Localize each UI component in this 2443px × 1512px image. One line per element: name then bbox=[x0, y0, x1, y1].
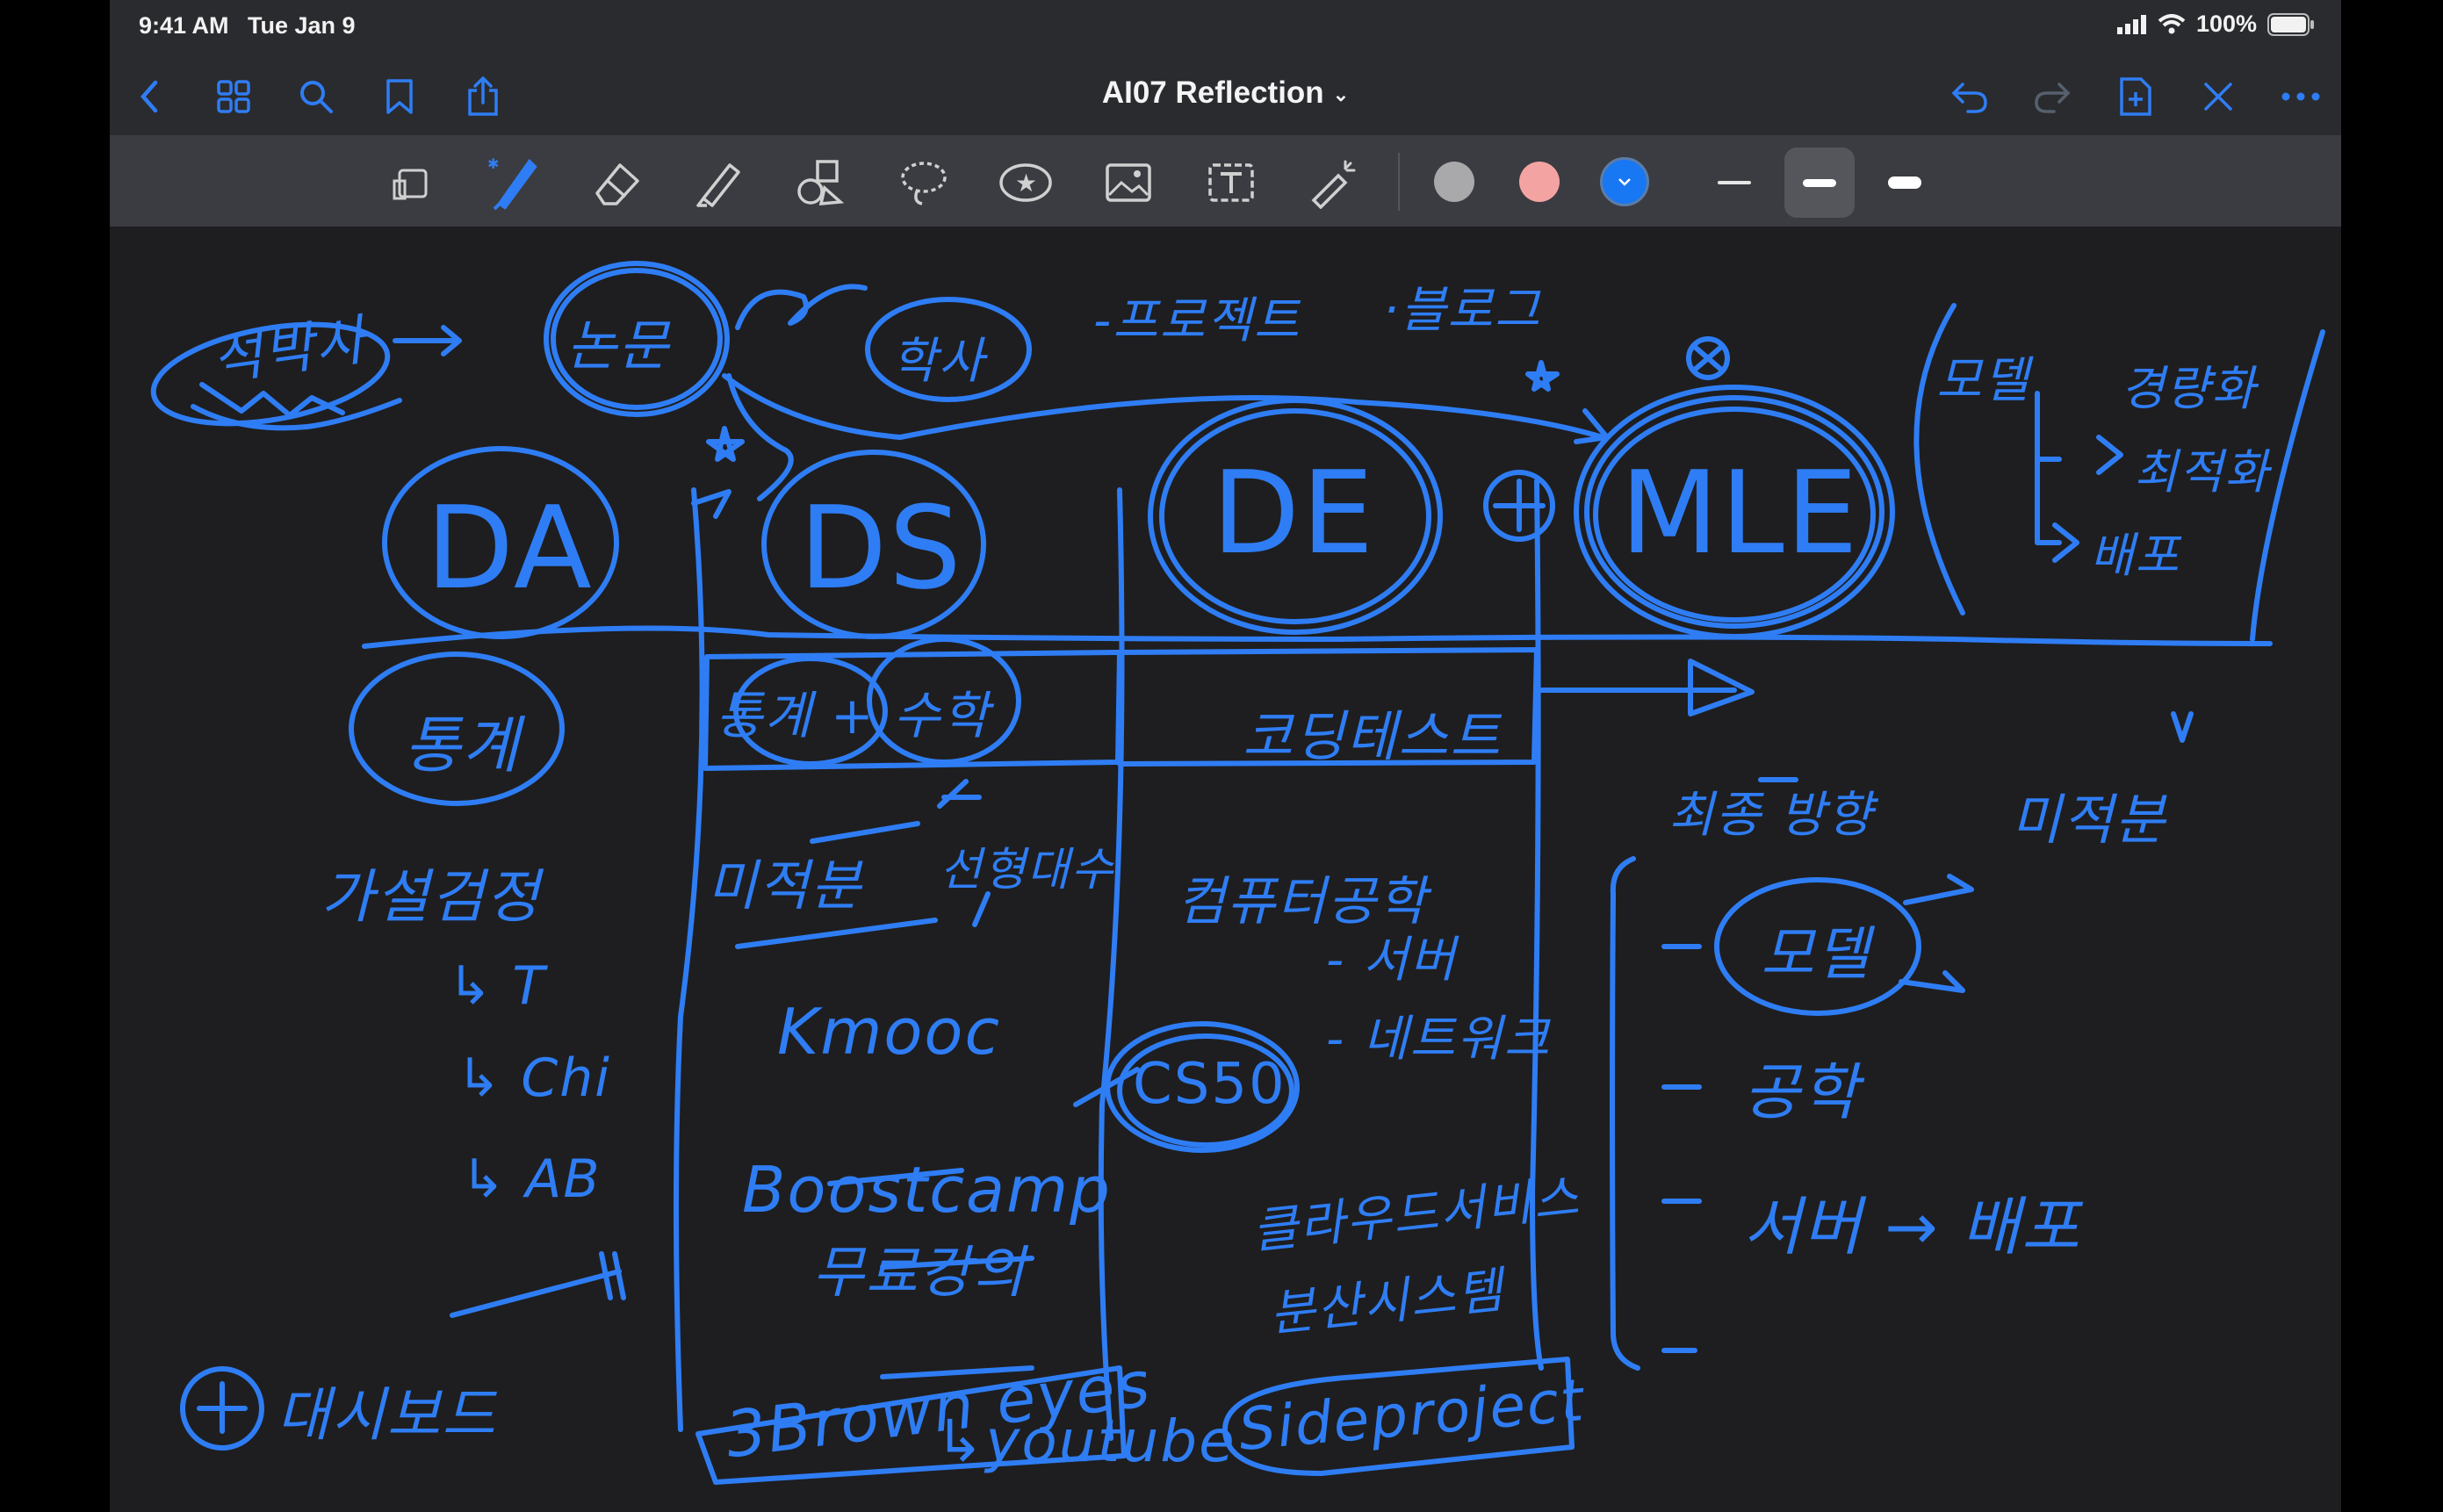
ds-free-lecture: 무료강의 bbox=[812, 1241, 1027, 1306]
role-de: DE bbox=[1212, 446, 1376, 580]
ds-linear-algebra: 선형대수 bbox=[940, 844, 1115, 896]
mle-model: 모델 bbox=[1936, 352, 2031, 409]
da-chi-test: ↳ Chi bbox=[457, 1048, 611, 1109]
undo-icon bbox=[1951, 83, 1987, 113]
chevron-down-icon bbox=[1618, 178, 1631, 186]
note-project: -프로젝트 bbox=[1093, 292, 1301, 349]
ellipsis-icon bbox=[2281, 92, 2320, 101]
close-pen-icon bbox=[2204, 83, 2232, 111]
image-icon bbox=[1106, 163, 1151, 202]
thin-line-icon bbox=[1718, 181, 1751, 184]
add-page-button[interactable] bbox=[2108, 68, 2164, 125]
tools-toggle-button[interactable] bbox=[2190, 68, 2246, 125]
sticker-icon: ★ bbox=[999, 163, 1052, 202]
toolbar-divider bbox=[1398, 153, 1400, 211]
status-bar: 9:41 AM Tue Jan 9 100% bbox=[110, 0, 2341, 56]
read-only-tool[interactable] bbox=[377, 148, 447, 218]
role-da: DA bbox=[426, 481, 594, 615]
mle-deploy: 배포 bbox=[2090, 528, 2181, 583]
da-dashboard: 대시보드 bbox=[277, 1381, 497, 1449]
laser-pointer-icon bbox=[1311, 160, 1356, 209]
status-time: 9:41 AM bbox=[139, 12, 229, 39]
highlighter-tool[interactable] bbox=[684, 148, 754, 218]
add-page-icon bbox=[2120, 77, 2151, 116]
role-ds: DS bbox=[799, 481, 963, 615]
elements-tool[interactable]: ★ bbox=[991, 148, 1061, 218]
lasso-tool[interactable] bbox=[889, 148, 959, 218]
da-hypothesis-testing: 가설검정 bbox=[321, 863, 541, 931]
note-bachelor: 학사 bbox=[891, 333, 986, 390]
note-paper: 논문 bbox=[566, 313, 671, 378]
cellular-icon bbox=[2116, 14, 2146, 34]
more-button[interactable] bbox=[2273, 68, 2329, 125]
undo-button[interactable] bbox=[1942, 68, 1998, 125]
svg-text:✱: ✱ bbox=[487, 155, 499, 172]
highlighter-icon bbox=[696, 163, 740, 207]
text-tool[interactable] bbox=[1196, 148, 1266, 218]
mle-engineering: 공학 bbox=[1743, 1056, 1860, 1128]
document-title-menu[interactable]: AI07 Reflection ⌄ bbox=[110, 76, 2341, 111]
status-indicators: 100% bbox=[2116, 11, 2315, 38]
document-title: AI07 Reflection bbox=[1101, 76, 1324, 110]
read-mode-icon bbox=[393, 169, 428, 200]
de-cs50: CS50 bbox=[1133, 1052, 1286, 1117]
mle-calculus: 미적분 bbox=[2011, 788, 2167, 852]
stroke-thin-option[interactable] bbox=[1699, 148, 1769, 218]
battery-icon bbox=[2267, 12, 2314, 36]
ds-kmooc: Kmooc bbox=[777, 995, 1002, 1069]
ds-calculus: 미적분 bbox=[707, 853, 863, 918]
de-network: - 네트워크 bbox=[1326, 1011, 1552, 1068]
de-server: - 서버 bbox=[1326, 932, 1458, 989]
stroke-medium-option[interactable] bbox=[1784, 148, 1855, 218]
mle-model-big: 모델 bbox=[1761, 920, 1871, 988]
shapes-icon bbox=[797, 160, 845, 205]
da-statistics: 통계 bbox=[404, 709, 521, 781]
image-tool[interactable] bbox=[1093, 148, 1164, 218]
text-box-icon bbox=[1208, 163, 1254, 202]
battery-percent: 100% bbox=[2195, 11, 2257, 37]
note-canvas[interactable]: 석박사 논문 학사 -프로젝트 ·블로그 DA DS DE MLE 통계 가설검… bbox=[110, 227, 2341, 1512]
eraser-icon bbox=[595, 163, 639, 205]
ds-stats-math: 통계 + 수학 bbox=[716, 686, 991, 745]
laser-pointer-tool[interactable] bbox=[1298, 148, 1368, 218]
mle-lightweight: 경량화 bbox=[2121, 361, 2258, 416]
de-coding-test: 코딩테스트 bbox=[1243, 704, 1503, 768]
color-swatch-gray[interactable] bbox=[1434, 162, 1474, 202]
redo-icon bbox=[2035, 83, 2071, 113]
color-swatch-pink[interactable] bbox=[1519, 162, 1560, 202]
svg-text:★: ★ bbox=[1015, 169, 1037, 198]
mle-final-goal: 최종 방향 bbox=[1668, 787, 1874, 844]
da-ab-test: ↳ AB bbox=[461, 1148, 602, 1210]
wifi-icon bbox=[2158, 13, 2186, 33]
drawing-toolbar: ✱ ★ bbox=[110, 135, 2341, 228]
thick-line-icon bbox=[1888, 176, 1921, 189]
pen-icon: ✱ bbox=[487, 155, 537, 211]
mle-server-deploy: 서버 → 배포 bbox=[1743, 1190, 2082, 1264]
ds-boostcamp: Boostcamp bbox=[742, 1153, 1112, 1227]
pen-tool[interactable]: ✱ bbox=[479, 148, 549, 218]
chevron-down-icon: ⌄ bbox=[1332, 83, 1350, 105]
stroke-thick-option[interactable] bbox=[1870, 148, 1940, 218]
ds-youtube: ↳youtube bbox=[935, 1408, 1236, 1475]
redo-button[interactable] bbox=[2024, 68, 2080, 125]
da-t-test: ↳ T bbox=[448, 955, 546, 1017]
ipad-screen: 9:41 AM Tue Jan 9 100% AI07 Reflection ⌄… bbox=[110, 0, 2341, 1512]
note-blog: ·블로그 bbox=[1383, 282, 1542, 339]
lasso-icon bbox=[901, 162, 947, 205]
status-date: Tue Jan 9 bbox=[248, 12, 356, 39]
mle-optimization: 최적화 bbox=[2134, 444, 2271, 500]
shapes-tool[interactable] bbox=[786, 148, 856, 218]
navigation-bar: AI07 Reflection ⌄ bbox=[110, 56, 2341, 135]
medium-line-icon bbox=[1803, 178, 1836, 187]
color-swatch-blue-selected[interactable] bbox=[1600, 157, 1649, 206]
eraser-tool[interactable] bbox=[581, 148, 652, 218]
role-mle: MLE bbox=[1620, 446, 1860, 580]
